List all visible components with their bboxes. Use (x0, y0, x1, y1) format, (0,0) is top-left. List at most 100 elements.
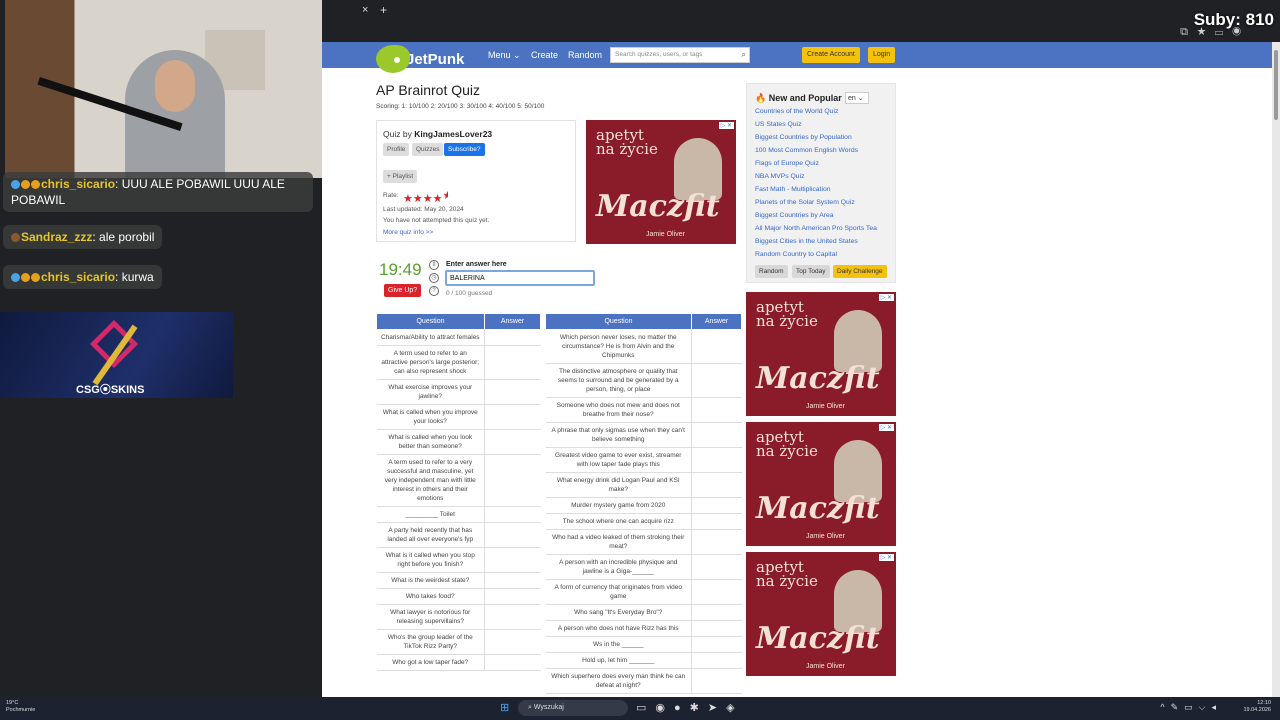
ad-line1: apetyt na życie (596, 126, 658, 158)
site-header: JetPunk Menu ⌄ Create Random Search quiz… (322, 42, 1272, 73)
table-row: Greatest video game to ever exist, strea… (545, 447, 742, 473)
ad-banner[interactable]: apetyt na życie Maczfit Jamie Oliver ▷ ✕ (746, 552, 896, 676)
table-row: Who takes food? (376, 588, 541, 605)
ad-banner[interactable]: apetyt na życie Maczfit Jamie Oliver ▷ ✕ (746, 292, 896, 416)
quizzes-button[interactable]: Quizzes (412, 143, 444, 156)
rating-stars[interactable]: ★★★★★ (403, 189, 448, 205)
col-answer: Answer (691, 313, 742, 330)
answer-cell (484, 404, 541, 430)
answer-cell (484, 604, 541, 630)
login-button[interactable]: Login (868, 47, 896, 63)
language-select[interactable]: en ⌄ (845, 92, 869, 104)
answer-input[interactable] (445, 270, 595, 286)
sidebar-link[interactable]: Biggest Countries by Population (755, 134, 852, 141)
ad-banner[interactable]: apetyt na życie Maczfit Jamie Oliver ▷ ✕ (746, 422, 896, 546)
answer-cell (484, 454, 541, 507)
weather-widget[interactable]: 19°C Pochmurnie (6, 700, 35, 714)
question-cell: What is called when you look better than… (376, 429, 485, 455)
help-icon[interactable]: ? (429, 286, 439, 296)
question-cell: A person with an incredible physique and… (545, 554, 692, 580)
table-row: The school where one can acquire rizz (545, 513, 742, 530)
playlist-button[interactable]: + Playlist (383, 170, 418, 183)
author-link[interactable]: KingJamesLover23 (414, 129, 492, 139)
guessed-count: 0 / 100 guessed (446, 290, 493, 297)
table-row: Which superhero does every man think he … (545, 668, 742, 694)
chat-message: chris_sicario: UUU ALE POBAWIL UUU ALE P… (3, 172, 313, 212)
ad-close-icon[interactable]: ▷ ✕ (878, 554, 894, 561)
page-scrollbar[interactable] (1272, 42, 1280, 697)
clock[interactable]: 12:10 19.04.2026 (1243, 700, 1271, 714)
ad-brand: Maczfit (596, 189, 720, 224)
question-cell: A phrase that only sigmas use when they … (545, 422, 692, 448)
ad-sub: Jamie Oliver (806, 533, 845, 540)
create-link[interactable]: Create (531, 50, 558, 60)
jetpunk-logo[interactable]: JetPunk (376, 45, 464, 73)
search-icon: ⌕ (528, 704, 532, 711)
half-star-icon: ★ (442, 190, 449, 202)
answer-cell (484, 654, 541, 671)
taskbar-app-icons[interactable]: ▭◉●✱➤◈ (636, 701, 744, 714)
ad-close-icon[interactable]: ▷ ✕ (878, 424, 894, 431)
top-today-button[interactable]: Top Today (792, 265, 830, 278)
table-row: _________ Toilet (376, 506, 541, 523)
sidebar-link[interactable]: 100 Most Common English Words (755, 147, 858, 154)
badge-icon (31, 273, 40, 282)
start-icon[interactable]: ⊞ (500, 701, 509, 714)
profile-button[interactable]: Profile (383, 143, 410, 156)
taskbar-search[interactable]: ⌕ Wyszukaj (518, 700, 628, 716)
random-link[interactable]: Random (568, 50, 602, 60)
scroll-thumb[interactable] (1274, 50, 1278, 120)
streamer-head (155, 60, 195, 112)
table-row: Hold up, let him _______ (545, 652, 742, 669)
sidebar-link[interactable]: All Major North American Pro Sports Tea (755, 225, 877, 232)
sidebar-link[interactable]: Biggest Cities in the United States (755, 238, 858, 245)
ad-banner[interactable]: apetyt na życie Maczfit Jamie Oliver ▷ ✕ (586, 120, 736, 244)
search-icon[interactable]: ⌕ (742, 50, 746, 60)
tab-close-icon[interactable]: × (362, 4, 368, 16)
daily-challenge-button[interactable]: Daily Challenge (833, 265, 887, 278)
more-info-link[interactable]: More quiz info >> (383, 229, 433, 236)
table-row: Who had a video leaked of them stroking … (545, 529, 742, 555)
sidebar-link[interactable]: NBA MVPs Quiz (755, 173, 804, 180)
answer-cell (691, 497, 742, 514)
sidebar-link[interactable]: Planets of the Solar System Quiz (755, 199, 855, 206)
ad-line1: apetyt na życie (756, 428, 818, 460)
badge-icon (31, 180, 40, 189)
create-account-button[interactable]: Create Account (802, 47, 860, 63)
random-button[interactable]: Random (755, 265, 788, 278)
chevron-down-icon: ⌄ (513, 50, 521, 60)
answer-cell (484, 345, 541, 380)
table-row: What energy drink did Logan Paul and KSI… (545, 472, 742, 498)
question-cell: Who takes food? (376, 588, 485, 605)
menu-button[interactable]: Menu ⌄ (488, 50, 521, 61)
give-up-button[interactable]: Give Up? (384, 284, 422, 297)
sidebar-link[interactable]: Biggest Countries by Area (755, 212, 834, 219)
chat-text: : ale porobil (92, 230, 155, 244)
search-input[interactable]: Search quizzes, users, or tags ⌕ (610, 47, 750, 63)
rate-label: Rate: (383, 192, 399, 199)
crown-icon (21, 180, 30, 189)
chat-user: chris_sicario (41, 270, 116, 284)
table-row: Who got a low taper fade? (376, 654, 541, 671)
ad-line1: apetyt na życie (756, 558, 818, 590)
pause-icon[interactable]: II (429, 260, 439, 270)
question-cell: Greatest video game to ever exist, strea… (545, 447, 692, 473)
question-cell: Which person never loses, no matter the … (545, 329, 692, 364)
quiz-author: Quiz by KingJamesLover23 (383, 129, 493, 139)
new-tab-button[interactable]: + (380, 3, 387, 17)
clock-icon[interactable]: ◷ (429, 273, 439, 283)
sidebar-link[interactable]: Random Country to Capital (755, 251, 837, 258)
subscribe-button[interactable]: Subscribe? (444, 143, 485, 156)
sidebar-link[interactable]: Flags of Europe Quiz (755, 160, 819, 167)
badge-icon (11, 273, 20, 282)
sidebar-link[interactable]: US States Quiz (755, 121, 801, 128)
ad-close-icon[interactable]: ▷ ✕ (718, 122, 734, 129)
sidebar-link[interactable]: Countries of the World Quiz (755, 108, 838, 115)
system-tray-icons[interactable]: ^✎▭⌵◂ (1160, 702, 1222, 713)
search-placeholder: Search quizzes, users, or tags (615, 51, 703, 58)
sidebar-link[interactable]: Fast Math - Multiplication (755, 186, 831, 193)
ad-brand: Maczfit (756, 621, 880, 656)
answer-cell (484, 629, 541, 655)
question-cell: Hold up, let him _______ (545, 652, 692, 669)
ad-close-icon[interactable]: ▷ ✕ (878, 294, 894, 301)
